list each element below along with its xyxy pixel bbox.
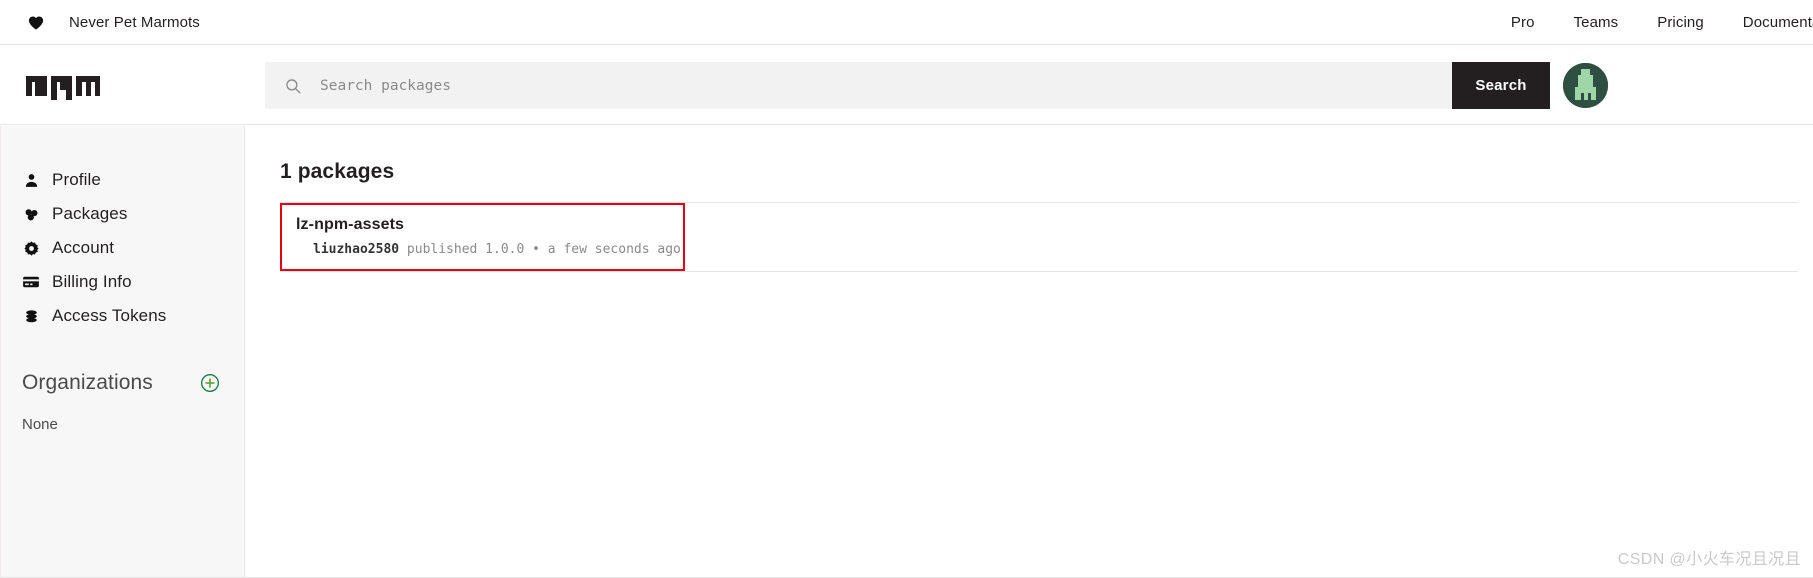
organizations-title: Organizations — [22, 371, 153, 394]
packages-count: 1 packages — [280, 160, 395, 183]
organizations-empty-label: None — [22, 416, 58, 433]
plus-circle-icon[interactable] — [200, 373, 220, 393]
sidebar-item-billing-info[interactable]: Billing Info — [1, 265, 244, 299]
packages-icon — [22, 205, 40, 223]
topbar-brand-label: Never Pet Marmots — [69, 13, 200, 31]
package-row[interactable]: lz-npm-assets liuzhao2580 published 1.0.… — [280, 203, 1798, 272]
sidebar-item-label: Account — [52, 238, 115, 257]
package-name: lz-npm-assets — [296, 216, 404, 233]
user-avatar[interactable] — [1563, 63, 1608, 108]
packages-list: lz-npm-assets liuzhao2580 published 1.0.… — [280, 203, 1798, 272]
sidebar-item-account[interactable]: Account — [1, 231, 244, 265]
organizations-header: Organizations — [1, 371, 244, 395]
sidebar-item-access-tokens[interactable]: Access Tokens — [1, 299, 244, 333]
search-icon — [284, 77, 302, 95]
topbar-brand-group[interactable]: Never Pet Marmots — [26, 12, 200, 32]
sidebar-item-label: Access Tokens — [52, 306, 167, 325]
sidebar: Profile Packages Account Billing Info Ac… — [0, 126, 245, 578]
topbar-link-pricing[interactable]: Pricing — [1657, 14, 1704, 31]
package-meta-suffix: published 1.0.0 • a few seconds ago — [399, 242, 681, 257]
tokens-icon — [22, 307, 40, 325]
sidebar-item-packages[interactable]: Packages — [1, 197, 244, 231]
annotation-highlight-box — [280, 203, 685, 271]
search-button[interactable]: Search — [1452, 62, 1550, 109]
user-icon — [22, 171, 40, 189]
site-header: Search — [0, 46, 1813, 125]
package-meta: liuzhao2580 published 1.0.0 • a few seco… — [280, 242, 1798, 257]
gear-icon — [22, 239, 40, 257]
top-utility-bar: Never Pet Marmots Pro Teams Pricing Docu… — [0, 0, 1813, 45]
heart-icon — [26, 12, 46, 32]
topbar-nav: Pro Teams Pricing Documentation — [1511, 14, 1813, 31]
search-field[interactable] — [265, 62, 1452, 109]
npm-logo[interactable] — [26, 70, 100, 100]
topbar-link-pro[interactable]: Pro — [1511, 14, 1535, 31]
sidebar-item-label: Billing Info — [52, 272, 132, 291]
page-body: Profile Packages Account Billing Info Ac… — [0, 126, 1813, 578]
topbar-link-documentation[interactable]: Documentation — [1743, 14, 1813, 31]
search-input[interactable] — [318, 62, 1452, 109]
watermark: CSDN @小火车况且况且 — [1617, 551, 1801, 568]
topbar-link-teams[interactable]: Teams — [1574, 14, 1619, 31]
search-bar: Search — [265, 62, 1550, 109]
main-content: 1 packages lz-npm-assets liuzhao2580 pub… — [245, 126, 1813, 578]
credit-card-icon — [22, 273, 40, 291]
package-publisher: liuzhao2580 — [313, 242, 400, 257]
sidebar-item-profile[interactable]: Profile — [1, 163, 244, 197]
sidebar-item-label: Profile — [52, 170, 101, 189]
sidebar-item-label: Packages — [52, 204, 128, 223]
